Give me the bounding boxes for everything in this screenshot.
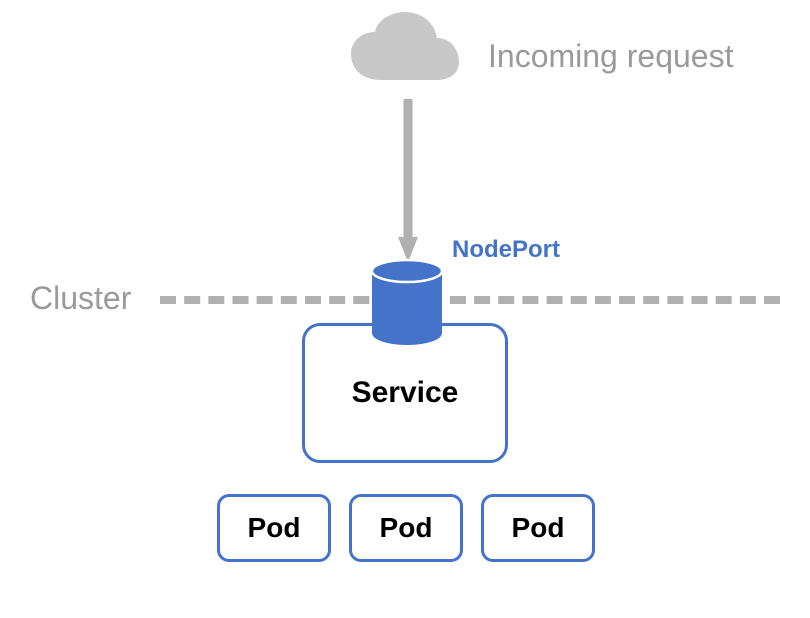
pod-box: Pod	[481, 494, 595, 562]
pod-label: Pod	[380, 512, 433, 544]
pod-row: Pod Pod Pod	[217, 494, 595, 562]
nodeport-cylinder-icon	[370, 258, 444, 351]
arrow-down-icon	[398, 99, 418, 269]
nodeport-label: NodePort	[452, 236, 560, 264]
cluster-label: Cluster	[30, 280, 131, 317]
incoming-request-label: Incoming request	[488, 38, 733, 75]
cluster-boundary-line	[160, 296, 780, 304]
cloud-icon	[345, 10, 465, 101]
pod-box: Pod	[217, 494, 331, 562]
pod-label: Pod	[512, 512, 565, 544]
pod-box: Pod	[349, 494, 463, 562]
pod-label: Pod	[248, 512, 301, 544]
service-label: Service	[352, 376, 459, 410]
